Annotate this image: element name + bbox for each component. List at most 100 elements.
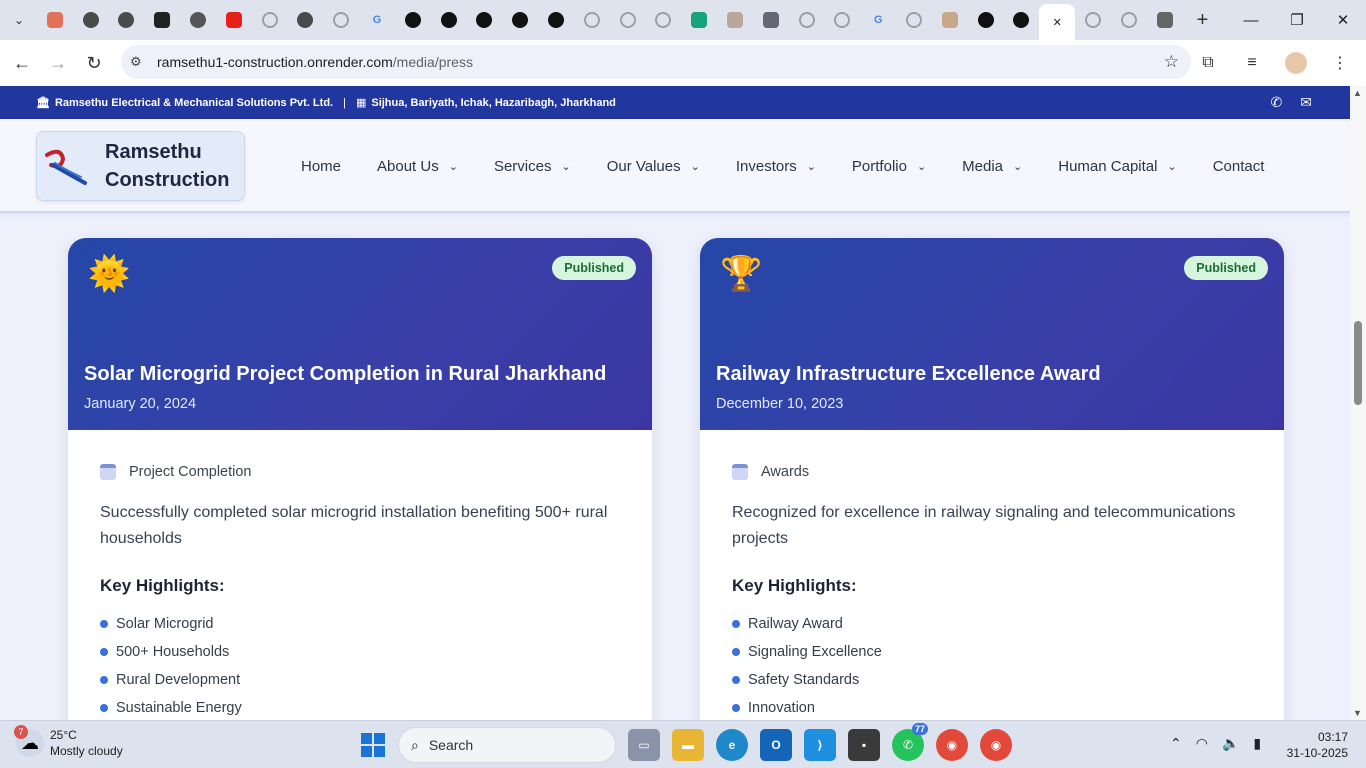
browser-tab[interactable] — [610, 3, 646, 37]
whatsapp-icon[interactable]: ✆ 77 — [892, 723, 928, 761]
terminal-icon[interactable]: ▪ — [848, 729, 880, 761]
browser-tab[interactable] — [216, 3, 252, 37]
file-explorer-icon[interactable]: ▬ — [672, 729, 704, 761]
card-title[interactable]: Railway Infrastructure Excellence Award — [716, 363, 1101, 386]
maximize-button[interactable]: ❐ — [1274, 0, 1320, 40]
browser-tab[interactable] — [681, 3, 717, 37]
forward-button[interactable]: → — [40, 45, 76, 81]
taskbar-search[interactable]: ⌕ Search — [398, 727, 616, 763]
browser-tab[interactable] — [502, 3, 538, 37]
browser-tab[interactable] — [109, 3, 145, 37]
nav-item-label: About Us — [377, 157, 439, 175]
blank-icon — [798, 12, 815, 28]
browser-tab[interactable] — [180, 3, 216, 37]
site-info-icon[interactable]: ⚙ — [130, 54, 150, 70]
list-item: Rural Development — [100, 666, 620, 694]
nav-item-media[interactable]: Media ⌄ — [962, 158, 1022, 175]
nav-item-portfolio[interactable]: Portfolio ⌄ — [852, 158, 926, 175]
scroll-down-icon[interactable]: ▼ — [1353, 708, 1362, 718]
menu-kebab-icon[interactable]: ⋮ — [1322, 45, 1358, 81]
browser-tab[interactable]: G — [359, 3, 395, 37]
phone-icon[interactable]: ✆ — [1271, 94, 1283, 111]
tab-search-button[interactable]: ⌄ — [7, 8, 31, 32]
weather-widget[interactable]: ☁ 7 25°C Mostly cloudy — [14, 725, 123, 759]
browser-tab[interactable] — [717, 3, 753, 37]
clock[interactable]: 03:17 31-10-2025 — [1287, 729, 1348, 761]
window-controls: — ❐ ✕ — [1228, 0, 1366, 40]
browser-tab[interactable] — [252, 3, 288, 37]
profile-button[interactable] — [1278, 45, 1314, 81]
nav-item-services[interactable]: Services ⌄ — [494, 158, 571, 175]
logo-text-line1: Ramsethu — [105, 141, 202, 163]
back-button[interactable]: ← — [4, 45, 40, 81]
start-button[interactable] — [361, 733, 385, 757]
task-view-icon[interactable]: ▭ — [628, 729, 660, 761]
close-icon[interactable]: ✕ — [1049, 14, 1065, 30]
nav-item-about-us[interactable]: About Us ⌄ — [377, 158, 458, 175]
scroll-up-icon[interactable]: ▲ — [1353, 88, 1362, 98]
blank-icon — [619, 12, 636, 28]
browser-tab[interactable] — [1147, 3, 1183, 37]
browser-tab[interactable] — [574, 3, 610, 37]
browser-tab[interactable] — [37, 3, 73, 37]
browser-tab[interactable] — [825, 3, 861, 37]
browser-tab[interactable] — [932, 3, 968, 37]
chrome-icon[interactable]: ◉ — [936, 729, 968, 761]
battery-icon[interactable]: ▮ — [1253, 735, 1261, 752]
card-title[interactable]: Solar Microgrid Project Completion in Ru… — [84, 363, 606, 386]
browser-tab[interactable] — [1111, 3, 1147, 37]
page-scrollbar[interactable]: ▲ ▼ — [1350, 86, 1366, 720]
card-date: December 10, 2023 — [716, 396, 844, 412]
extensions-icon[interactable]: ⧉ — [1190, 45, 1226, 81]
new-tab-button[interactable]: + — [1189, 6, 1217, 34]
browser-tab[interactable] — [896, 3, 932, 37]
browser-tab[interactable] — [73, 3, 109, 37]
outlook-icon[interactable]: O — [760, 729, 792, 761]
nav-item-contact[interactable]: Contact — [1213, 158, 1265, 175]
browser-tab[interactable] — [395, 3, 431, 37]
browser-tab[interactable] — [323, 3, 359, 37]
workflow-icon — [404, 12, 421, 28]
nav-item-human-capital[interactable]: Human Capital ⌄ — [1058, 158, 1176, 175]
media-control-icon[interactable]: ≡ — [1234, 45, 1270, 81]
mail-icon[interactable]: ✉ — [1300, 94, 1312, 111]
windows-taskbar: ☁ 7 25°C Mostly cloudy ⌕ Search ▭ ▬ e O ⟩… — [0, 720, 1366, 768]
wifi-icon[interactable]: ◠ — [1196, 735, 1208, 752]
nav-item-home[interactable]: Home — [301, 158, 341, 175]
browser-tab[interactable] — [144, 3, 180, 37]
workflow-icon — [476, 12, 493, 28]
browser-tab[interactable] — [968, 3, 1004, 37]
minimize-button[interactable]: — — [1228, 0, 1274, 40]
bullet-icon — [100, 648, 108, 656]
url-text[interactable]: ramsethu1-construction.onrender.com/medi… — [157, 54, 473, 70]
chrome-profile-icon[interactable]: ◉ — [980, 729, 1012, 761]
building-icon: 🏛 — [36, 97, 50, 109]
close-window-button[interactable]: ✕ — [1320, 0, 1366, 40]
browser-tab[interactable] — [646, 3, 682, 37]
chevron-up-icon[interactable]: ⌃ — [1170, 735, 1182, 752]
address-bar[interactable]: ⚙ ramsethu1-construction.onrender.com/me… — [121, 45, 1191, 79]
browser-tab[interactable] — [431, 3, 467, 37]
edge-icon[interactable]: e — [716, 729, 748, 761]
site-logo[interactable]: Ramsethu Construction — [36, 131, 245, 201]
browser-tab[interactable] — [467, 3, 503, 37]
nav-item-our-values[interactable]: Our Values ⌄ — [607, 158, 700, 175]
browser-tab[interactable]: G — [860, 3, 896, 37]
browser-tab[interactable] — [789, 3, 825, 37]
vscode-icon[interactable]: ⟩ — [804, 729, 836, 761]
blank-icon — [655, 12, 672, 28]
browser-tab[interactable] — [1075, 3, 1111, 37]
bookmark-star-icon[interactable]: ☆ — [1164, 52, 1179, 72]
browser-tab[interactable] — [288, 3, 324, 37]
browser-tab[interactable]: ✕ — [1039, 4, 1076, 40]
reload-button[interactable]: ↻ — [76, 45, 112, 81]
volume-icon[interactable]: 🔈 — [1222, 735, 1239, 752]
nav-item-investors[interactable]: Investors ⌄ — [736, 158, 816, 175]
scrollbar-thumb[interactable] — [1354, 321, 1362, 405]
notification-badge: 7 — [14, 725, 28, 739]
browser-tab[interactable] — [1004, 3, 1040, 37]
sun-icon: 🌞 — [88, 255, 131, 293]
browser-tab[interactable] — [538, 3, 574, 37]
github-icon — [1013, 12, 1030, 28]
browser-tab[interactable] — [753, 3, 789, 37]
